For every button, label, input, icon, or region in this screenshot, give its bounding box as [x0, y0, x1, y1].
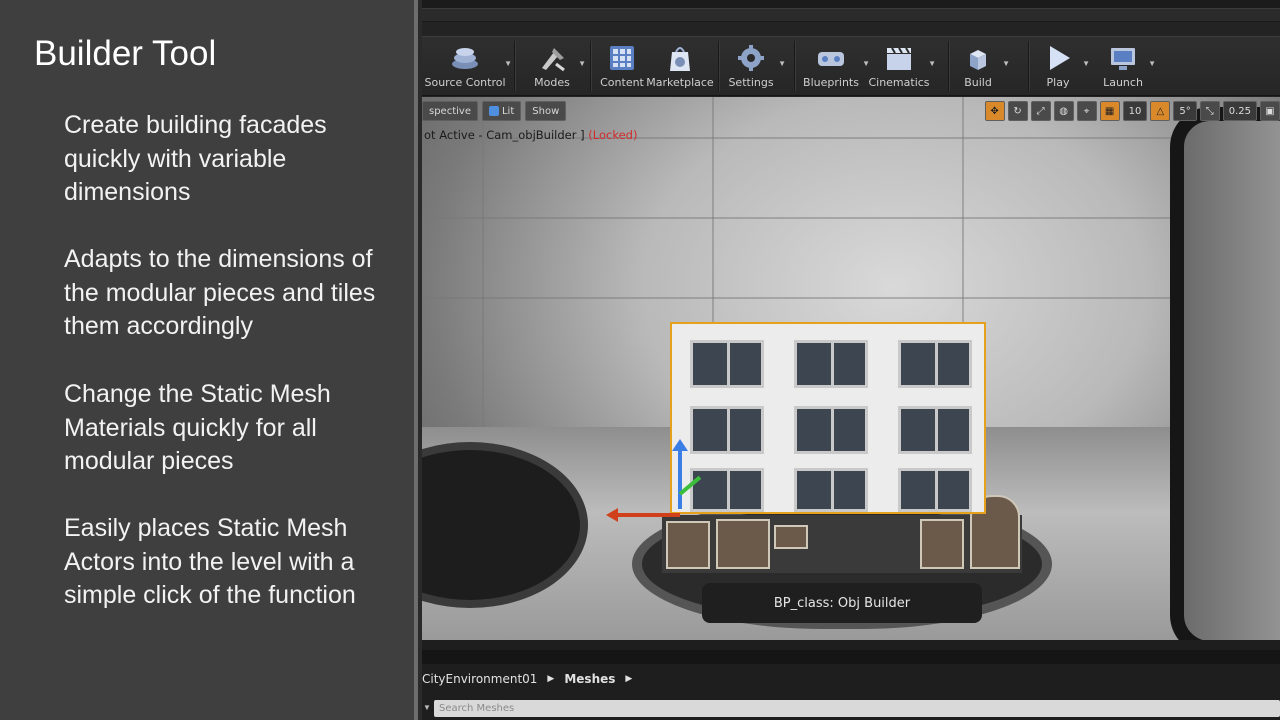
- search-input[interactable]: Search Meshes: [434, 700, 1280, 717]
- chevron-right-icon[interactable]: ▶: [547, 674, 554, 684]
- play-button[interactable]: Play ▼: [1038, 37, 1090, 95]
- viewport-toolbar-left: spective Lit Show: [422, 101, 567, 121]
- blueprints-button[interactable]: Blueprints ▼: [803, 37, 870, 95]
- source-control-icon: [448, 43, 482, 73]
- launch-icon: [1106, 43, 1140, 73]
- search-options-icon[interactable]: ▼: [423, 703, 431, 712]
- lit-dropdown[interactable]: Lit: [481, 101, 522, 121]
- bullet-point: Easily places Static Mesh Actors into th…: [64, 514, 356, 609]
- launch-button[interactable]: Launch ▼: [1102, 37, 1156, 95]
- rotate-icon[interactable]: ↻: [1007, 101, 1028, 121]
- scale-snap-value[interactable]: 0.25: [1222, 101, 1257, 121]
- scale-snap-icon[interactable]: ⤡: [1199, 101, 1220, 121]
- scale-icon[interactable]: ⤢: [1030, 101, 1051, 121]
- rotation-snap-icon[interactable]: △: [1150, 101, 1171, 121]
- settings-icon: [734, 43, 768, 73]
- build-button[interactable]: Build ▼: [958, 37, 1010, 95]
- modes-icon: [535, 43, 569, 73]
- locked-label: (Locked): [588, 128, 638, 142]
- settings-button[interactable]: Settings ▼: [728, 37, 786, 95]
- grid-snap-value[interactable]: 10: [1122, 101, 1148, 121]
- content-button[interactable]: Content: [600, 37, 644, 95]
- main-toolbar: Source Control ▼ Modes ▼ Content Marketp…: [422, 36, 1280, 96]
- chevron-down-icon[interactable]: ▼: [1082, 59, 1090, 68]
- cinematics-button[interactable]: Cinematics ▼: [868, 37, 936, 95]
- viewport-status: ot Active - Cam_objBuilder ] (Locked): [424, 128, 638, 142]
- grid-snap-icon[interactable]: ▦: [1099, 101, 1120, 121]
- play-icon: [1041, 43, 1075, 73]
- chevron-down-icon[interactable]: ▼: [578, 59, 586, 68]
- chevron-down-icon[interactable]: ▼: [862, 59, 870, 68]
- ground-floor-pieces: [662, 495, 1022, 573]
- surface-snap-icon[interactable]: ⌖: [1076, 101, 1097, 121]
- chevron-down-icon[interactable]: ▼: [778, 59, 786, 68]
- source-control-button[interactable]: Source Control ▼: [424, 37, 512, 95]
- show-dropdown[interactable]: Show: [525, 101, 567, 121]
- lit-icon: [488, 106, 499, 116]
- build-icon: [961, 43, 995, 73]
- rotation-snap-value[interactable]: 5°: [1173, 101, 1197, 121]
- building-facade[interactable]: [670, 322, 986, 514]
- chevron-down-icon[interactable]: ▼: [928, 59, 936, 68]
- breadcrumb-item[interactable]: CityEnvironment01: [422, 672, 537, 686]
- chevron-down-icon[interactable]: ▼: [1002, 59, 1010, 68]
- actor-label: BP_class: Obj Builder: [702, 583, 982, 623]
- translate-icon[interactable]: ✥: [984, 101, 1005, 121]
- blueprints-icon: [814, 43, 848, 73]
- cinematics-icon: [882, 43, 916, 73]
- bullet-point: Change the Static Mesh Materials quickly…: [64, 380, 331, 475]
- chevron-down-icon[interactable]: ▼: [504, 59, 512, 68]
- bullet-point: Adapts to the dimensions of the modular …: [64, 245, 376, 340]
- bullet-point: Create building facades quickly with var…: [64, 111, 327, 206]
- tab-strip: [422, 0, 1280, 22]
- viewport-toolbar-right: ✥ ↻ ⤢ ◍ ⌖ ▦ 10 △ 5° ⤡ 0.25 ▣: [984, 101, 1280, 121]
- marketplace-icon: [663, 43, 697, 73]
- slide-title: Builder Tool: [34, 34, 217, 73]
- transform-gizmo-z[interactable]: [672, 439, 688, 509]
- modes-button[interactable]: Modes ▼: [530, 37, 586, 95]
- world-space-icon[interactable]: ◍: [1053, 101, 1074, 121]
- breadcrumb-item[interactable]: Meshes: [564, 672, 615, 686]
- camera-speed-icon[interactable]: ▣: [1260, 101, 1280, 121]
- chevron-right-icon[interactable]: ▶: [625, 674, 632, 684]
- display-frame: [1170, 107, 1280, 640]
- transform-gizmo-x[interactable]: [606, 508, 680, 522]
- marketplace-button[interactable]: Marketplace: [646, 37, 714, 95]
- slide-panel: Builder Tool Create building facades qui…: [0, 0, 418, 720]
- breadcrumb: CityEnvironment01 ▶ Meshes ▶: [422, 666, 642, 692]
- chevron-down-icon[interactable]: ▼: [1148, 59, 1156, 68]
- view-mode-dropdown[interactable]: spective: [422, 101, 478, 121]
- level-viewport[interactable]: BP_class: Obj Builder spective Lit Show …: [422, 97, 1280, 640]
- content-icon: [605, 43, 639, 73]
- unreal-editor: Source Control ▼ Modes ▼ Content Marketp…: [422, 0, 1280, 720]
